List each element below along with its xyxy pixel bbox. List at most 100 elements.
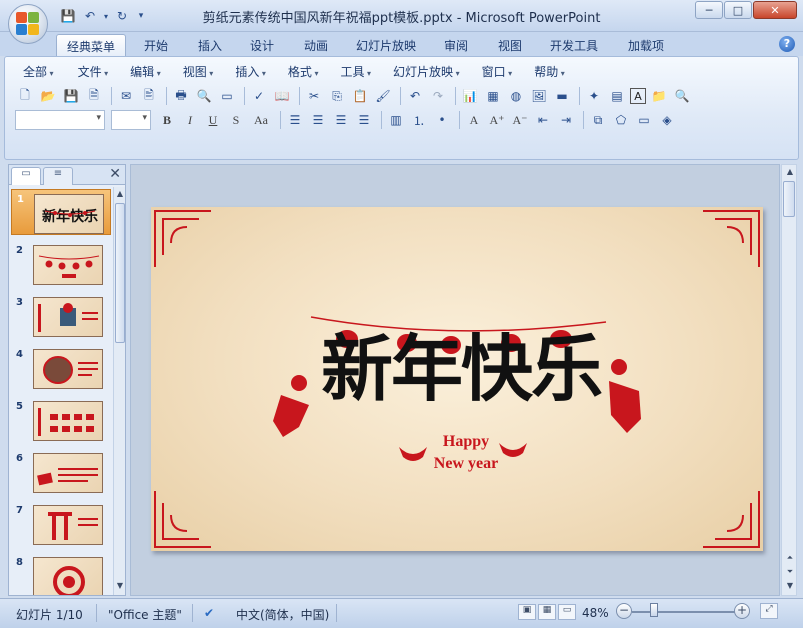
- permission-icon[interactable]: 🗎: [84, 86, 104, 106]
- tab-animations[interactable]: 动画: [294, 34, 338, 56]
- tab-developer[interactable]: 开发工具: [540, 34, 608, 56]
- normal-view-icon[interactable]: ▣: [518, 604, 536, 620]
- slide-thumbnail-1[interactable]: 1 新年快乐: [11, 189, 111, 235]
- slide-thumbnail-3[interactable]: 3: [11, 293, 111, 339]
- scroll-down-icon[interactable]: ▼: [114, 581, 126, 593]
- shapes-icon[interactable]: ⬠: [611, 110, 631, 130]
- slideshow-view-icon[interactable]: ▭: [558, 604, 576, 620]
- menu-format[interactable]: 格式: [280, 63, 327, 81]
- numbering-icon[interactable]: ⒈: [409, 110, 429, 130]
- chart-icon[interactable]: 📊: [460, 86, 480, 106]
- research-icon[interactable]: 📖: [272, 86, 292, 106]
- slide-thumbnail-6[interactable]: 6: [11, 449, 111, 495]
- print-icon[interactable]: 🖶: [171, 86, 191, 106]
- columns-icon[interactable]: ▥: [386, 110, 406, 130]
- cut-icon[interactable]: ✂: [304, 86, 324, 106]
- menu-insert[interactable]: 插入: [227, 63, 274, 81]
- decrease-indent-icon[interactable]: ⇤: [533, 110, 553, 130]
- fit-to-window-icon[interactable]: ⤢: [760, 603, 778, 619]
- copy-icon[interactable]: ⎘: [327, 86, 347, 106]
- panel-scrollbar[interactable]: ▲ ▼: [113, 187, 125, 595]
- underline-button[interactable]: U: [203, 110, 223, 130]
- zoom-level[interactable]: 48%: [582, 606, 609, 620]
- close-button[interactable]: ✕: [753, 1, 797, 19]
- outline-tab[interactable]: ≡: [43, 167, 73, 185]
- menu-all[interactable]: 全部: [15, 63, 62, 81]
- menu-help[interactable]: 帮助: [526, 63, 573, 81]
- zoom-icon[interactable]: 🔍: [672, 86, 692, 106]
- office-button[interactable]: [8, 4, 48, 44]
- email-icon[interactable]: ✉: [116, 86, 136, 106]
- slide-sorter-icon[interactable]: ▦: [538, 604, 556, 620]
- slide-thumbnail-4[interactable]: 4: [11, 345, 111, 391]
- grow-font-icon[interactable]: A⁺: [487, 110, 507, 130]
- color-grayscale-icon[interactable]: ▬: [552, 86, 572, 106]
- shadow-button[interactable]: S: [226, 110, 246, 130]
- menu-slideshow[interactable]: 幻灯片放映: [385, 63, 468, 81]
- print-preview-icon[interactable]: 🔍: [194, 86, 214, 106]
- italic-button[interactable]: I: [180, 110, 200, 130]
- current-slide[interactable]: 新年快乐 Happy New year: [151, 207, 763, 551]
- clipart-icon[interactable]: ◍: [506, 86, 526, 106]
- new-icon[interactable]: 🗋: [15, 86, 35, 106]
- menu-view[interactable]: 视图: [175, 63, 222, 81]
- new-slide-icon[interactable]: ✦: [584, 86, 604, 106]
- spelling-icon[interactable]: ✓: [249, 86, 269, 106]
- align-right-icon[interactable]: ☰: [331, 110, 351, 130]
- next-slide-icon[interactable]: ⏷: [784, 567, 796, 579]
- tab-view[interactable]: 视图: [488, 34, 532, 56]
- tab-design[interactable]: 设计: [240, 34, 284, 56]
- main-scrollbar[interactable]: ▲ ⏶ ⏷ ▼: [781, 164, 797, 596]
- format-painter-icon[interactable]: 🖌: [373, 86, 393, 106]
- align-center-icon[interactable]: ☰: [308, 110, 328, 130]
- textbox-icon[interactable]: A: [630, 88, 646, 104]
- slide-icon[interactable]: ▭: [217, 86, 237, 106]
- slide-thumbnail-7[interactable]: 7: [11, 501, 111, 547]
- table-icon[interactable]: ▦: [483, 86, 503, 106]
- shrink-font-icon[interactable]: A⁻: [510, 110, 530, 130]
- paste-icon[interactable]: 📋: [350, 86, 370, 106]
- scroll-up-icon[interactable]: ▲: [784, 167, 796, 179]
- font-name-combo[interactable]: [15, 110, 105, 130]
- slide-thumbnail-5[interactable]: 5: [11, 397, 111, 443]
- publish-icon[interactable]: 🖹: [139, 86, 159, 106]
- zoom-out-button[interactable]: −: [616, 603, 632, 619]
- tab-slideshow[interactable]: 幻灯片放映: [346, 34, 426, 56]
- slide-subtitle-line2[interactable]: New year: [411, 455, 521, 473]
- open-icon[interactable]: 📂: [38, 86, 58, 106]
- spell-check-icon[interactable]: ✔: [204, 606, 214, 620]
- justify-icon[interactable]: ☰: [354, 110, 374, 130]
- bold-button[interactable]: B: [157, 110, 177, 130]
- zoom-in-button[interactable]: +: [734, 603, 750, 619]
- slide-thumbnail-2[interactable]: 2: [11, 241, 111, 287]
- arrange-icon[interactable]: ⧉: [588, 110, 608, 130]
- increase-indent-icon[interactable]: ⇥: [556, 110, 576, 130]
- scroll-up-icon[interactable]: ▲: [114, 189, 126, 201]
- tab-insert[interactable]: 插入: [188, 34, 232, 56]
- save-icon[interactable]: 💾: [61, 86, 81, 106]
- font-color-icon[interactable]: A: [464, 110, 484, 130]
- maximize-button[interactable]: □: [724, 1, 752, 19]
- slide-subtitle-line1[interactable]: Happy: [421, 433, 511, 451]
- redo-icon[interactable]: ↷: [428, 86, 448, 106]
- undo-icon[interactable]: ↶: [405, 86, 425, 106]
- bullets-icon[interactable]: •: [432, 110, 452, 130]
- change-case-button[interactable]: Aa: [249, 110, 273, 130]
- shape-fill-icon[interactable]: ◈: [657, 110, 677, 130]
- close-panel-icon[interactable]: ✕: [109, 166, 121, 182]
- font-size-combo[interactable]: [111, 110, 151, 130]
- folder-icon[interactable]: 📁: [649, 86, 669, 106]
- minimize-button[interactable]: ─: [695, 1, 723, 19]
- slide-title-text[interactable]: 新年快乐: [301, 327, 621, 411]
- tab-review[interactable]: 审阅: [434, 34, 478, 56]
- menu-window[interactable]: 窗口: [474, 63, 521, 81]
- help-icon[interactable]: ?: [779, 36, 795, 52]
- slides-tab[interactable]: ▭: [11, 167, 41, 185]
- zoom-slider[interactable]: [632, 611, 736, 613]
- layout-icon[interactable]: ▤: [607, 86, 627, 106]
- menu-file[interactable]: 文件: [70, 63, 117, 81]
- language-indicator[interactable]: 中文(简体，中国): [236, 606, 329, 623]
- tab-classic-menu[interactable]: 经典菜单: [56, 34, 127, 56]
- tab-home[interactable]: 开始: [134, 34, 178, 56]
- scroll-down-icon[interactable]: ▼: [784, 581, 796, 593]
